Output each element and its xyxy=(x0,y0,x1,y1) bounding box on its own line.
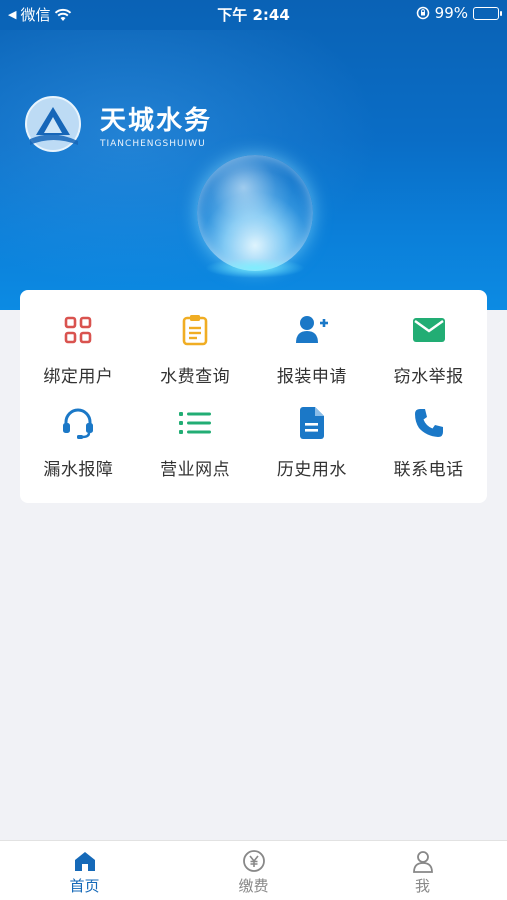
battery-icon xyxy=(473,6,502,20)
logo-mark-icon xyxy=(25,96,81,152)
phone-icon xyxy=(413,407,445,439)
menu-label: 窃水举报 xyxy=(393,367,464,387)
yuan-coin-icon xyxy=(242,850,265,872)
document-icon xyxy=(296,407,328,439)
menu-item-contact-phone[interactable]: 联系电话 xyxy=(370,397,487,490)
menu-item-installation-apply[interactable]: 报装申请 xyxy=(254,304,371,397)
tab-me[interactable]: 我 xyxy=(338,841,507,900)
menu-label: 漏水报障 xyxy=(43,460,114,480)
brand-subtitle: TIANCHENGSHUIWU xyxy=(100,138,206,149)
service-menu-card: 绑定用户 水费查询 报装申请 窃水举报 漏水报障 营业网点 历史用水 联系电话 xyxy=(20,290,487,503)
status-right: 99% xyxy=(416,4,502,22)
person-icon xyxy=(412,851,433,873)
tab-label: 我 xyxy=(414,877,430,895)
menu-item-leak-report[interactable]: 漏水报障 xyxy=(20,397,137,490)
water-sphere-image xyxy=(197,155,313,271)
menu-item-water-history[interactable]: 历史用水 xyxy=(254,397,371,490)
tab-payment[interactable]: 缴费 xyxy=(169,841,338,900)
add-user-icon xyxy=(295,314,328,346)
menu-item-business-outlets[interactable]: 营业网点 xyxy=(137,397,254,490)
menu-label: 联系电话 xyxy=(393,460,464,480)
battery-percent: 99% xyxy=(434,4,468,22)
menu-label: 历史用水 xyxy=(276,460,347,480)
brand-title: 天城水务 xyxy=(100,105,213,136)
menu-item-water-bill-query[interactable]: 水费查询 xyxy=(137,304,254,397)
menu-label: 报装申请 xyxy=(276,367,347,387)
tab-home[interactable]: 首页 xyxy=(0,841,169,900)
headset-icon xyxy=(62,407,94,439)
bottom-tab-bar: 首页 缴费 我 xyxy=(0,840,507,900)
water-sphere-glow xyxy=(205,258,305,278)
phone-screen: ◀ 微信 下午 2:44 99% 天城水务 TIANCHENGSHUIWU 绑定… xyxy=(0,0,507,900)
clipboard-icon xyxy=(179,314,211,346)
menu-item-water-theft-report[interactable]: 窃水举报 xyxy=(370,304,487,397)
menu-label: 绑定用户 xyxy=(43,367,114,387)
home-icon xyxy=(74,852,95,871)
menu-item-bind-user[interactable]: 绑定用户 xyxy=(20,304,137,397)
tab-label: 缴费 xyxy=(238,877,269,895)
status-bar: ◀ 微信 下午 2:44 99% xyxy=(0,0,507,28)
banner-glow xyxy=(0,30,380,290)
list-icon xyxy=(179,407,212,439)
menu-label: 营业网点 xyxy=(160,460,231,480)
menu-label: 水费查询 xyxy=(160,367,231,387)
envelope-icon xyxy=(412,314,445,346)
brand-logo: 天城水务 TIANCHENGSHUIWU xyxy=(24,95,212,153)
grid-icon xyxy=(62,314,94,346)
orientation-lock-icon xyxy=(416,6,429,20)
tab-label: 首页 xyxy=(69,877,100,895)
